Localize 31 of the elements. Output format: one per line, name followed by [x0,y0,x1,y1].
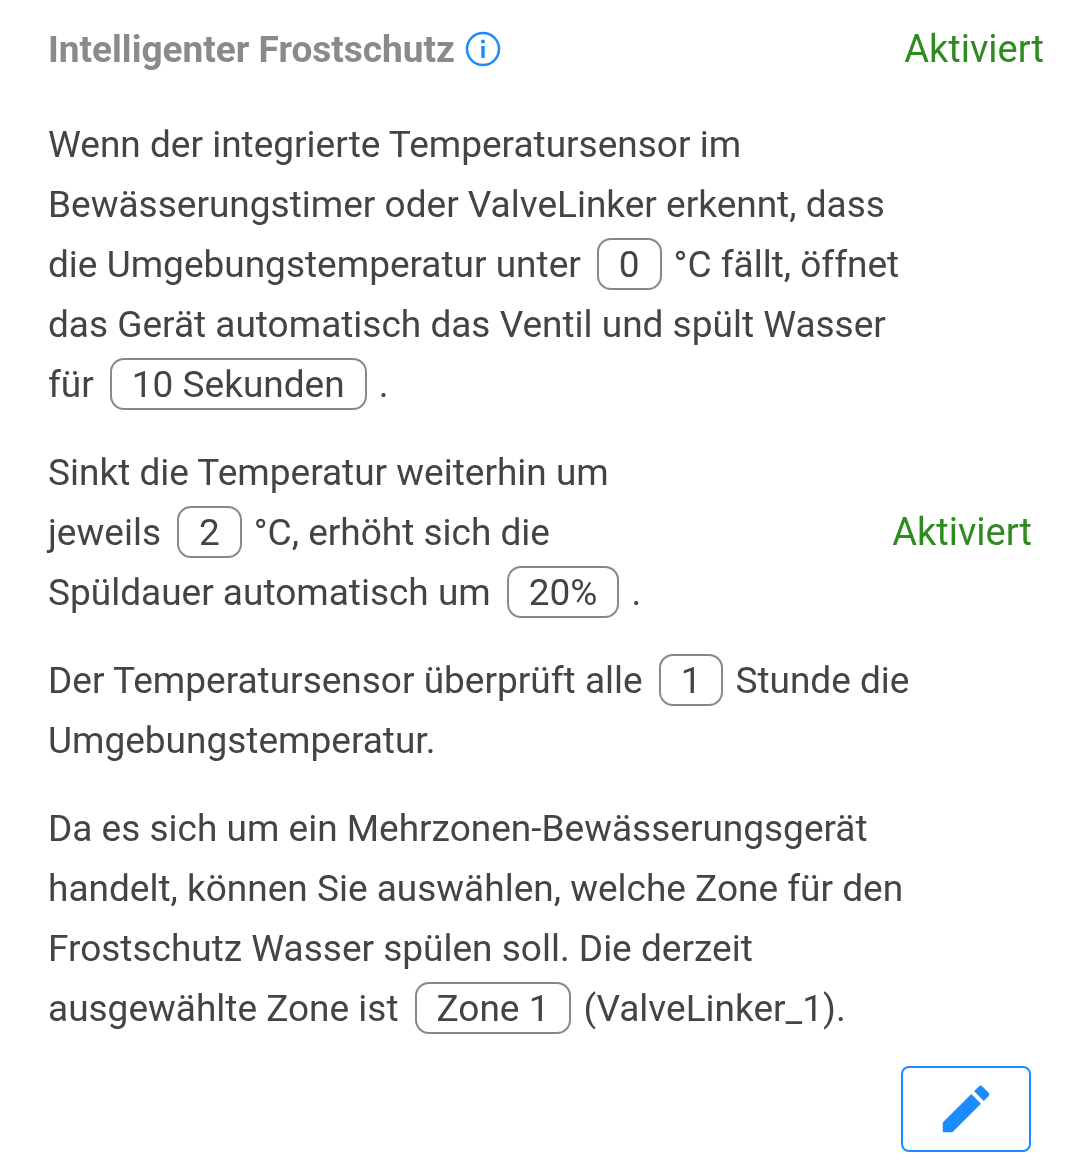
paragraph-text: ausgewählte Zone ist [48,986,399,1030]
paragraph-text: . [631,570,642,614]
value-field[interactable]: Zone 1 [414,982,572,1034]
paragraph-text: Da es sich um ein Mehrzonen-Bewässerungsgerät [48,806,868,850]
value-field[interactable]: 2 [177,506,242,558]
info-icon[interactable] [464,31,501,67]
value-field[interactable]: 1 [658,654,724,706]
paragraph-text: die Umgebungstemperatur unter [48,242,581,286]
paragraph-text: Stunde die [735,658,910,702]
paragraph-text: Spüldauer automatisch um [48,570,491,614]
section-title: Intelligenter Frostschutz [48,27,455,71]
value-field[interactable]: 20% [506,566,620,618]
status-label: Aktiviert [904,27,1044,71]
paragraph-text: für [48,362,94,406]
value-field[interactable]: 10 Sekunden [109,358,367,410]
edit-button[interactable] [901,1066,1031,1152]
paragraph-text: °C fällt, öffnet [673,242,900,286]
paragraph-text: Umgebungstemperatur. [48,718,436,762]
paragraph-text: das Gerät automatisch das Ventil und spült Wasser [48,302,886,346]
paragraph-text: Frostschutz Wasser spülen soll. Die derzeit [48,926,753,970]
paragraph-text: handelt, können Sie auswählen, welche Zone für den [48,866,904,910]
paragraph-text: jeweils [48,510,161,554]
value-field[interactable]: 0 [596,238,662,290]
status-label: Aktiviert [892,510,1032,554]
paragraph-text: . [378,362,389,406]
paragraph-text: (ValveLinker_1). [583,986,846,1030]
paragraph-text: Sinkt die Temperatur weiterhin um [48,450,609,494]
paragraph-text: Der Temperatursensor überprüft alle [48,658,643,702]
paragraph-text: Bewässerungstimer oder ValveLinker erkennt, dass [48,182,885,226]
paragraph-text: °C, erhöht sich die [253,510,550,554]
paragraph-text: Wenn der integrierte Temperatursensor im [48,122,742,166]
